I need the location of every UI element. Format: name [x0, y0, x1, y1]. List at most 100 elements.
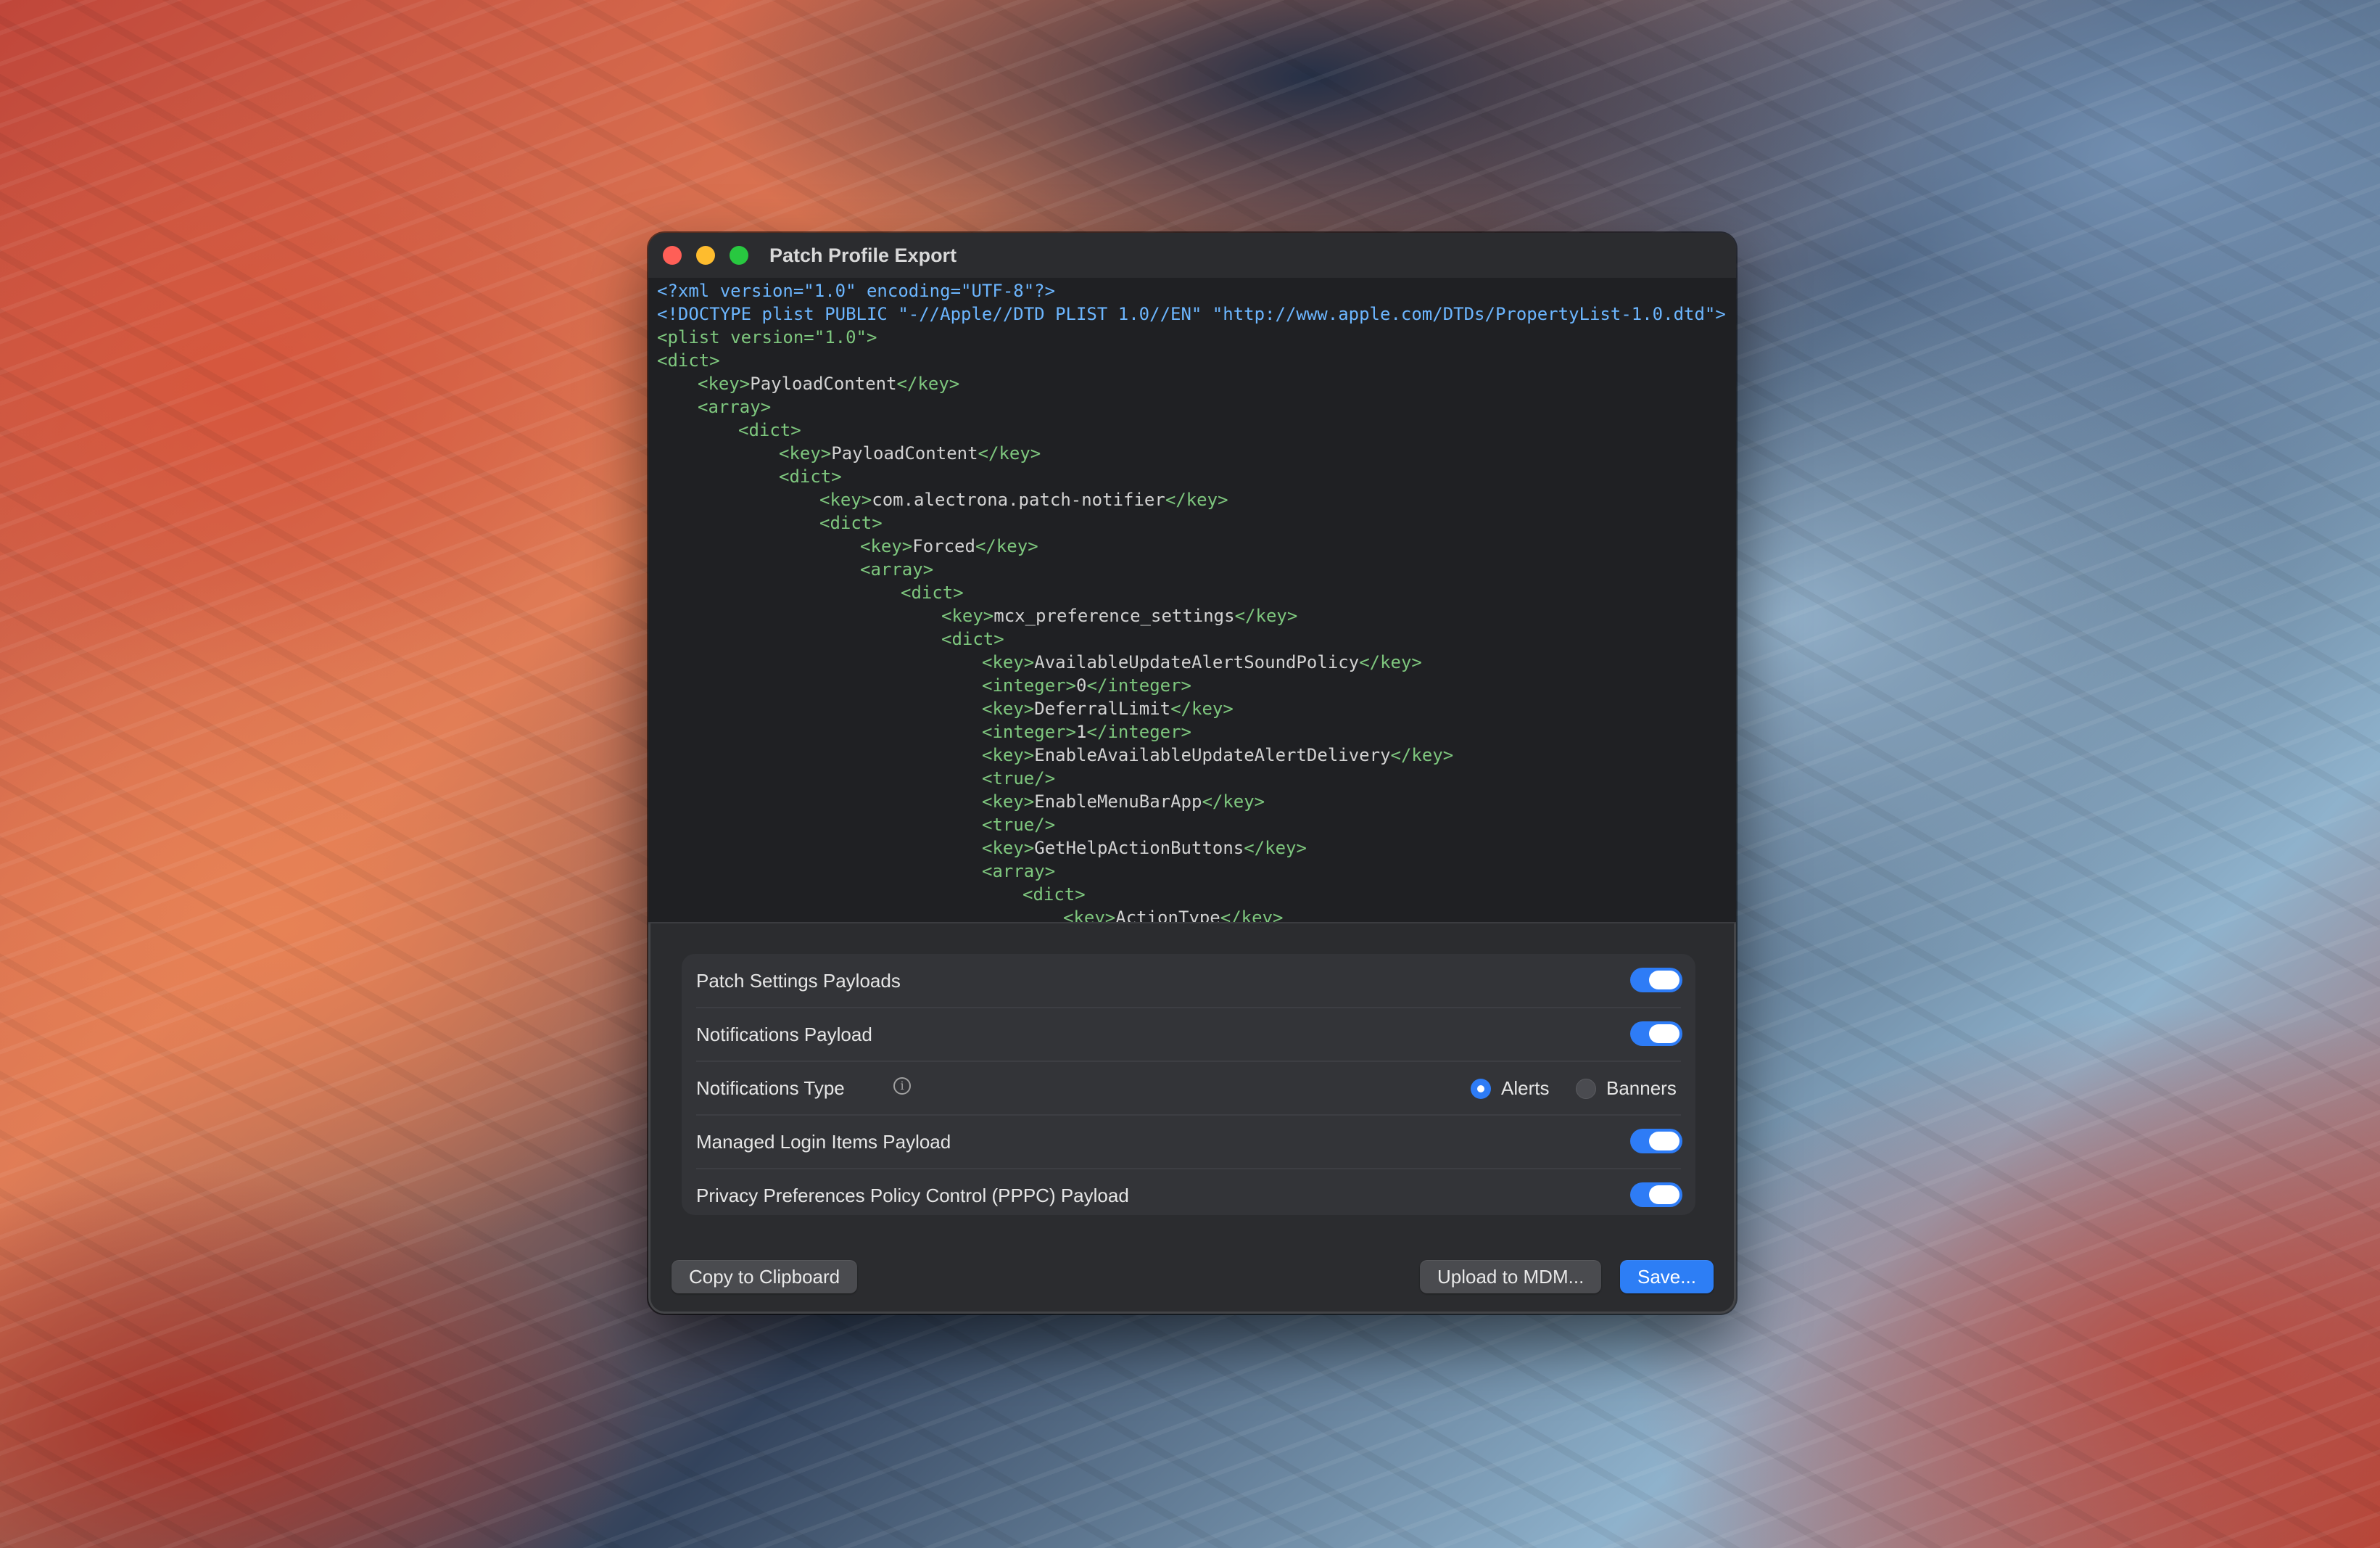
patch-profile-export-window: Patch Profile Export <?xml version="1.0"…: [648, 233, 1736, 1314]
code-tag: <true/>: [982, 815, 1056, 835]
code-tag: <dict>: [901, 582, 964, 603]
title-bar[interactable]: Patch Profile Export: [648, 233, 1736, 278]
toggle-knob: [1649, 1185, 1679, 1204]
code-line: <key>mcx_preference_settings</key>: [941, 604, 1297, 627]
code-line: <key>EnableAvailableUpdateAlertDelivery<…: [982, 744, 1453, 767]
code-text: AvailableUpdateAlertSoundPolicy: [1034, 652, 1360, 672]
code-text: GetHelpActionButtons: [1034, 838, 1244, 858]
code-tag: <key>: [1063, 907, 1116, 922]
code-tag: <key>: [941, 606, 994, 626]
code-line: <key>Forced</key>: [860, 535, 1038, 558]
toggle-knob: [1649, 1024, 1679, 1043]
payload-settings-panel: Patch Settings Payloads Notifications Pa…: [682, 954, 1695, 1215]
window-title: Patch Profile Export: [769, 244, 957, 266]
code-text: Forced: [912, 536, 975, 556]
code-line: <plist version="1.0">: [657, 326, 877, 349]
row-pppc: Privacy Preferences Policy Control (PPPC…: [682, 1169, 1695, 1222]
code-line: <dict>: [657, 349, 720, 372]
code-tag: <key>: [819, 490, 872, 510]
code-line: <integer>1</integer>: [982, 720, 1191, 744]
code-text: EnableMenuBarApp: [1034, 791, 1202, 812]
code-line: <dict>: [779, 465, 842, 488]
toggle-knob: [1649, 971, 1679, 989]
code-text: 0: [1076, 675, 1087, 696]
managed-login-items-toggle[interactable]: [1630, 1129, 1682, 1153]
code-tag: <key>: [982, 791, 1035, 812]
info-icon[interactable]: i: [893, 1077, 911, 1095]
copy-to-clipboard-button[interactable]: Copy to Clipboard: [672, 1260, 858, 1293]
code-line: <integer>0</integer>: [982, 674, 1191, 697]
code-tag: </key>: [975, 536, 1038, 556]
notifications-type-label: Notifications Type: [696, 1077, 845, 1099]
code-tag: <dict>: [1022, 884, 1086, 905]
code-line: <true/>: [982, 813, 1055, 836]
code-tag: <plist version="1.0">: [657, 327, 877, 347]
code-tag: </integer>: [1086, 722, 1192, 742]
save-button[interactable]: Save...: [1620, 1260, 1714, 1293]
code-tag: <integer>: [982, 722, 1077, 742]
code-line: <dict>: [819, 511, 883, 535]
code-line: <key>DeferralLimit</key>: [982, 697, 1234, 720]
code-line: <array>: [698, 395, 771, 419]
code-text: PayloadContent: [831, 443, 978, 464]
code-tag: <key>: [982, 699, 1035, 719]
upload-to-mdm-button[interactable]: Upload to MDM...: [1420, 1260, 1602, 1293]
code-tag: </key>: [1165, 490, 1228, 510]
row-notifications-payload: Notifications Payload: [682, 1008, 1695, 1061]
code-tag: </key>: [1234, 606, 1298, 626]
code-tag: <array>: [698, 397, 772, 417]
code-line: <key>PayloadContent</key>: [779, 442, 1041, 465]
code-tag: <integer>: [982, 675, 1077, 696]
banners-radio[interactable]: [1576, 1079, 1596, 1099]
code-text: com.alectrona.patch-notifier: [872, 490, 1165, 510]
minimize-icon[interactable]: [696, 246, 715, 265]
code-tag: <array>: [860, 559, 934, 580]
notifications-payload-toggle[interactable]: [1630, 1021, 1682, 1046]
xml-code-view[interactable]: <?xml version="1.0" encoding="UTF-8"?> <!…: [648, 278, 1736, 922]
code-line: <key>PayloadContent</key>: [698, 372, 959, 395]
code-tag: </integer>: [1086, 675, 1192, 696]
code-text: ActionType: [1115, 907, 1220, 922]
patch-settings-label: Patch Settings Payloads: [696, 970, 901, 992]
code-text: 1: [1076, 722, 1087, 742]
code-text: DeferralLimit: [1034, 699, 1171, 719]
pppc-toggle[interactable]: [1630, 1182, 1682, 1207]
code-tag: <key>: [982, 838, 1035, 858]
code-tag: <true/>: [982, 768, 1056, 789]
row-notifications-type: Notifications Type i Alerts Banners: [682, 1061, 1695, 1115]
code-tag: </key>: [1220, 907, 1284, 922]
code-tag: <key>: [779, 443, 832, 464]
code-tag: </key>: [1390, 745, 1454, 765]
code-line: <true/>: [982, 767, 1055, 790]
code-line: <key>GetHelpActionButtons</key>: [982, 836, 1307, 860]
code-tag: </key>: [1244, 838, 1307, 858]
close-icon[interactable]: [663, 246, 682, 265]
row-patch-settings: Patch Settings Payloads: [682, 954, 1695, 1008]
code-tag: </key>: [978, 443, 1041, 464]
code-tag: <dict>: [738, 420, 801, 440]
alerts-radio-label[interactable]: Alerts: [1501, 1077, 1549, 1100]
code-tag: <dict>: [657, 350, 720, 371]
patch-settings-toggle[interactable]: [1630, 968, 1682, 992]
divider: [648, 922, 1736, 923]
code-text: EnableAvailableUpdateAlertDelivery: [1034, 745, 1391, 765]
code-tag: <key>: [982, 652, 1035, 672]
notifications-type-radio-group: Alerts Banners: [1471, 1076, 1682, 1100]
toggle-knob: [1649, 1132, 1679, 1150]
code-tag: <key>: [860, 536, 913, 556]
code-line: <key>com.alectrona.patch-notifier</key>: [819, 488, 1228, 511]
code-tag: <!DOCTYPE plist PUBLIC "-//Apple//DTD PL…: [657, 304, 1726, 324]
banners-radio-label[interactable]: Banners: [1606, 1077, 1677, 1100]
zoom-icon[interactable]: [730, 246, 748, 265]
code-tag: </key>: [1359, 652, 1422, 672]
code-text: mcx_preference_settings: [993, 606, 1235, 626]
code-tag: <dict>: [941, 629, 1004, 649]
code-line: <array>: [982, 860, 1055, 883]
code-tag: <?xml version="1.0" encoding="UTF-8"?>: [657, 281, 1056, 301]
code-tag: <key>: [982, 745, 1035, 765]
code-tag: <array>: [982, 861, 1056, 881]
pppc-label: Privacy Preferences Policy Control (PPPC…: [696, 1185, 1129, 1206]
code-line: <dict>: [738, 419, 801, 442]
alerts-radio[interactable]: [1471, 1079, 1491, 1099]
code-line: <key>EnableMenuBarApp</key>: [982, 790, 1265, 813]
